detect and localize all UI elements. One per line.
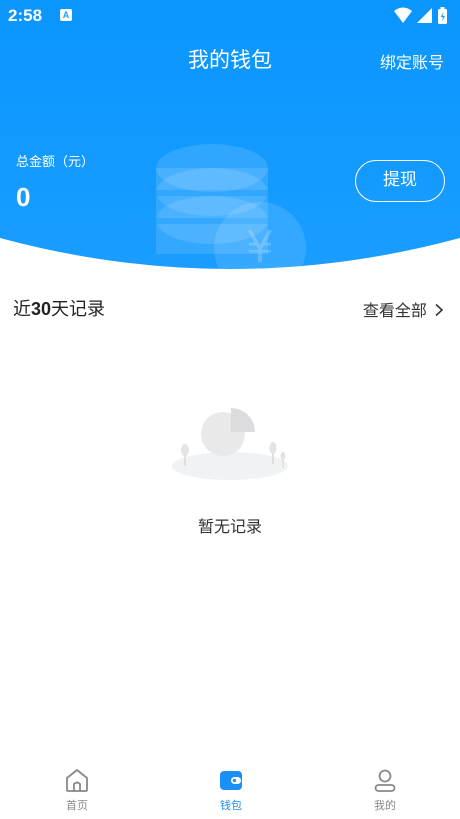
wallet-header: ¥ 2:58 A 我的钱包 绑定账号 总金额（元） 0 提现: [0, 0, 460, 270]
notification-icon: A: [60, 9, 72, 21]
currency-symbol: ¥: [246, 222, 274, 270]
total-amount-value: 0: [16, 182, 31, 212]
wallet-icon: [220, 771, 242, 790]
coin-stack-icon: ¥: [156, 144, 306, 270]
chevron-right-icon: [435, 303, 444, 317]
empty-chart-icon: [172, 408, 288, 480]
status-time: 2:58: [8, 6, 43, 25]
tab-wallet-label: 钱包: [220, 799, 242, 812]
tab-wallet[interactable]: 钱包: [171, 757, 291, 819]
view-all-label: 查看全部: [362, 301, 427, 320]
tab-mine[interactable]: 我的: [325, 757, 445, 819]
bottom-tab-bar: 首页 钱包 我的: [0, 757, 460, 819]
user-icon: [374, 769, 396, 792]
bind-account-button[interactable]: 绑定账号: [380, 49, 444, 73]
records-section-header: 近30天记录 查看全部: [0, 290, 460, 324]
view-all-button[interactable]: 查看全部: [363, 297, 444, 321]
total-amount-label: 总金额（元）: [16, 155, 95, 170]
wifi-icon: [394, 7, 412, 23]
records-title: 近30天记录: [13, 295, 105, 321]
records-title-prefix: 近: [13, 299, 31, 320]
tab-home-label: 首页: [66, 799, 88, 812]
records-title-number: 30: [31, 299, 52, 319]
withdraw-button[interactable]: 提现: [355, 160, 445, 202]
status-bar: 2:58 A: [0, 0, 460, 32]
tab-home[interactable]: 首页: [17, 757, 137, 819]
tab-mine-label: 我的: [374, 799, 396, 812]
empty-state-text: 暂无记录: [197, 517, 262, 536]
status-icons: [392, 6, 452, 30]
signal-icon: [417, 8, 432, 23]
records-title-suffix: 天记录: [51, 299, 106, 320]
home-icon: [66, 769, 88, 792]
